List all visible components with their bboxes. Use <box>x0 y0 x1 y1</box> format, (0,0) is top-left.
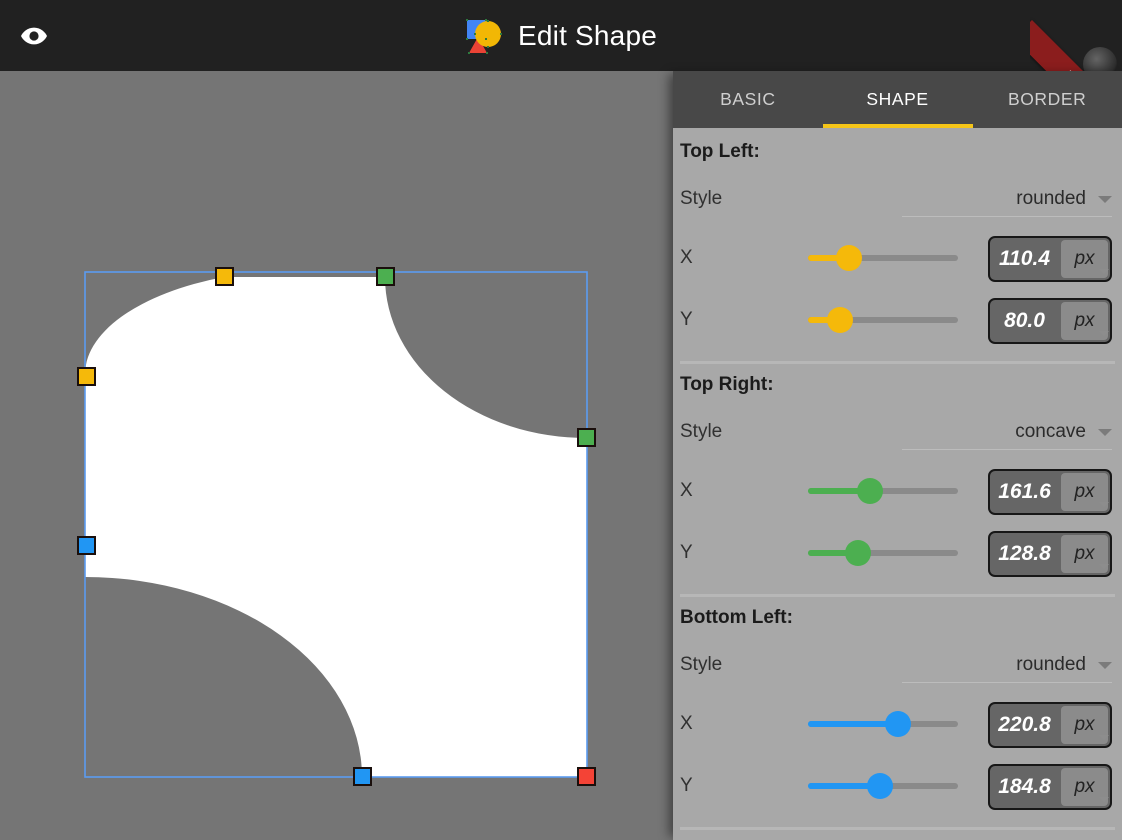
app-bar: Edit Shape DEBUG <box>0 0 1122 71</box>
section-title: Bottom Right: <box>673 827 1122 840</box>
x-row-bottom-left: X 220.8 px <box>673 693 1122 755</box>
x-slider-top-left[interactable] <box>808 245 958 271</box>
chevron-down-icon <box>1098 196 1112 203</box>
x-row-top-right: X 161.6 px <box>673 460 1122 522</box>
x-label: X <box>680 247 693 268</box>
handle-top-left-y[interactable] <box>77 367 96 386</box>
style-dropdown-bottom-left[interactable]: rounded <box>902 647 1112 683</box>
handle-top-right-x[interactable] <box>376 267 395 286</box>
tab-bar: BASIC SHAPE BORDER <box>673 71 1122 128</box>
x-value-field-bottom-left[interactable]: 220.8 px <box>988 702 1112 748</box>
properties-panel: BASIC SHAPE BORDER Top Left: Style round… <box>673 71 1122 840</box>
handle-bottom-left-y[interactable] <box>77 536 96 555</box>
tab-border[interactable]: BORDER <box>972 71 1122 128</box>
unit-chevron-down-icon <box>1099 331 1109 336</box>
y-slider-bottom-left[interactable] <box>808 773 958 799</box>
section-title: Bottom Left: <box>680 607 793 628</box>
style-dropdown-value: concave <box>1015 420 1086 442</box>
tab-basic[interactable]: BASIC <box>673 71 823 128</box>
slider-thumb[interactable] <box>885 711 911 737</box>
handle-top-right-y[interactable] <box>577 428 596 447</box>
y-slider-top-left[interactable] <box>808 307 958 333</box>
unit-chevron-down-icon <box>1099 269 1109 274</box>
y-value-field-top-left[interactable]: 80.0 px <box>988 298 1112 344</box>
x-slider-bottom-left[interactable] <box>808 711 958 737</box>
shape-canvas[interactable] <box>0 71 673 840</box>
page-title: Edit Shape <box>518 19 657 51</box>
y-row-top-left: Y 80.0 px <box>673 289 1122 351</box>
y-label: Y <box>680 542 693 563</box>
style-dropdown-value: rounded <box>1016 187 1086 209</box>
y-row-top-right: Y 128.8 px <box>673 522 1122 584</box>
unit-chevron-down-icon <box>1099 735 1109 740</box>
style-label: Style <box>680 654 723 675</box>
section-top-right: Top Right: Style concave X 161.6 px Y 12… <box>673 361 1122 594</box>
style-row-top-left: Style rounded <box>673 171 1122 227</box>
handle-bottom-left-x[interactable] <box>353 767 372 786</box>
unit-chevron-down-icon <box>1099 502 1109 507</box>
section-title: Top Right: <box>680 374 774 395</box>
slider-thumb[interactable] <box>856 478 883 504</box>
tab-shape[interactable]: SHAPE <box>823 71 973 128</box>
y-value: 184.8 <box>998 775 1051 798</box>
shapes-logo-icon <box>465 15 507 57</box>
y-row-bottom-left: Y 184.8 px <box>673 755 1122 817</box>
y-slider-top-right[interactable] <box>808 540 958 566</box>
style-label: Style <box>680 421 723 442</box>
style-dropdown-top-left[interactable]: rounded <box>902 181 1112 217</box>
x-value-field-top-left[interactable]: 110.4 px <box>988 236 1112 282</box>
chevron-down-icon <box>1098 429 1112 436</box>
x-value: 220.8 <box>998 713 1051 736</box>
x-value: 110.4 <box>999 247 1050 270</box>
handle-bottom-right[interactable] <box>577 767 596 786</box>
style-label: Style <box>680 188 723 209</box>
chevron-down-icon <box>1098 662 1112 669</box>
y-label: Y <box>680 775 693 796</box>
y-value-field-bottom-left[interactable]: 184.8 px <box>988 764 1112 810</box>
shape-preview <box>84 271 588 778</box>
y-value: 80.0 <box>1004 309 1045 332</box>
unit-chevron-down-icon <box>1099 797 1109 802</box>
style-row-bottom-left: Style rounded <box>673 637 1122 693</box>
style-dropdown-top-right[interactable]: concave <box>902 414 1112 450</box>
app-title-group: Edit Shape <box>0 0 1122 71</box>
style-row-top-right: Style concave <box>673 404 1122 460</box>
handle-top-left-x[interactable] <box>215 267 234 286</box>
y-value-field-top-right[interactable]: 128.8 px <box>988 531 1112 577</box>
section-bottom-right: Bottom Right: <box>673 827 1122 840</box>
slider-thumb[interactable] <box>844 540 871 566</box>
section-top-left: Top Left: Style rounded X 110.4 px Y 80.… <box>673 128 1122 361</box>
x-label: X <box>680 713 693 734</box>
slider-thumb[interactable] <box>826 307 853 333</box>
panel-scroll-region[interactable]: Top Left: Style rounded X 110.4 px Y 80.… <box>673 128 1122 840</box>
slider-thumb[interactable] <box>835 245 862 271</box>
x-row-top-left: X 110.4 px <box>673 227 1122 289</box>
x-value-field-top-right[interactable]: 161.6 px <box>988 469 1112 515</box>
slider-thumb[interactable] <box>867 773 893 799</box>
style-dropdown-value: rounded <box>1016 653 1086 675</box>
y-label: Y <box>680 309 693 330</box>
y-value: 128.8 <box>998 542 1051 565</box>
x-value: 161.6 <box>998 480 1051 503</box>
section-bottom-left: Bottom Left: Style rounded X 220.8 px Y … <box>673 594 1122 827</box>
unit-chevron-down-icon <box>1099 564 1109 569</box>
x-label: X <box>680 480 693 501</box>
section-title: Top Left: <box>680 141 760 162</box>
x-slider-top-right[interactable] <box>808 478 958 504</box>
